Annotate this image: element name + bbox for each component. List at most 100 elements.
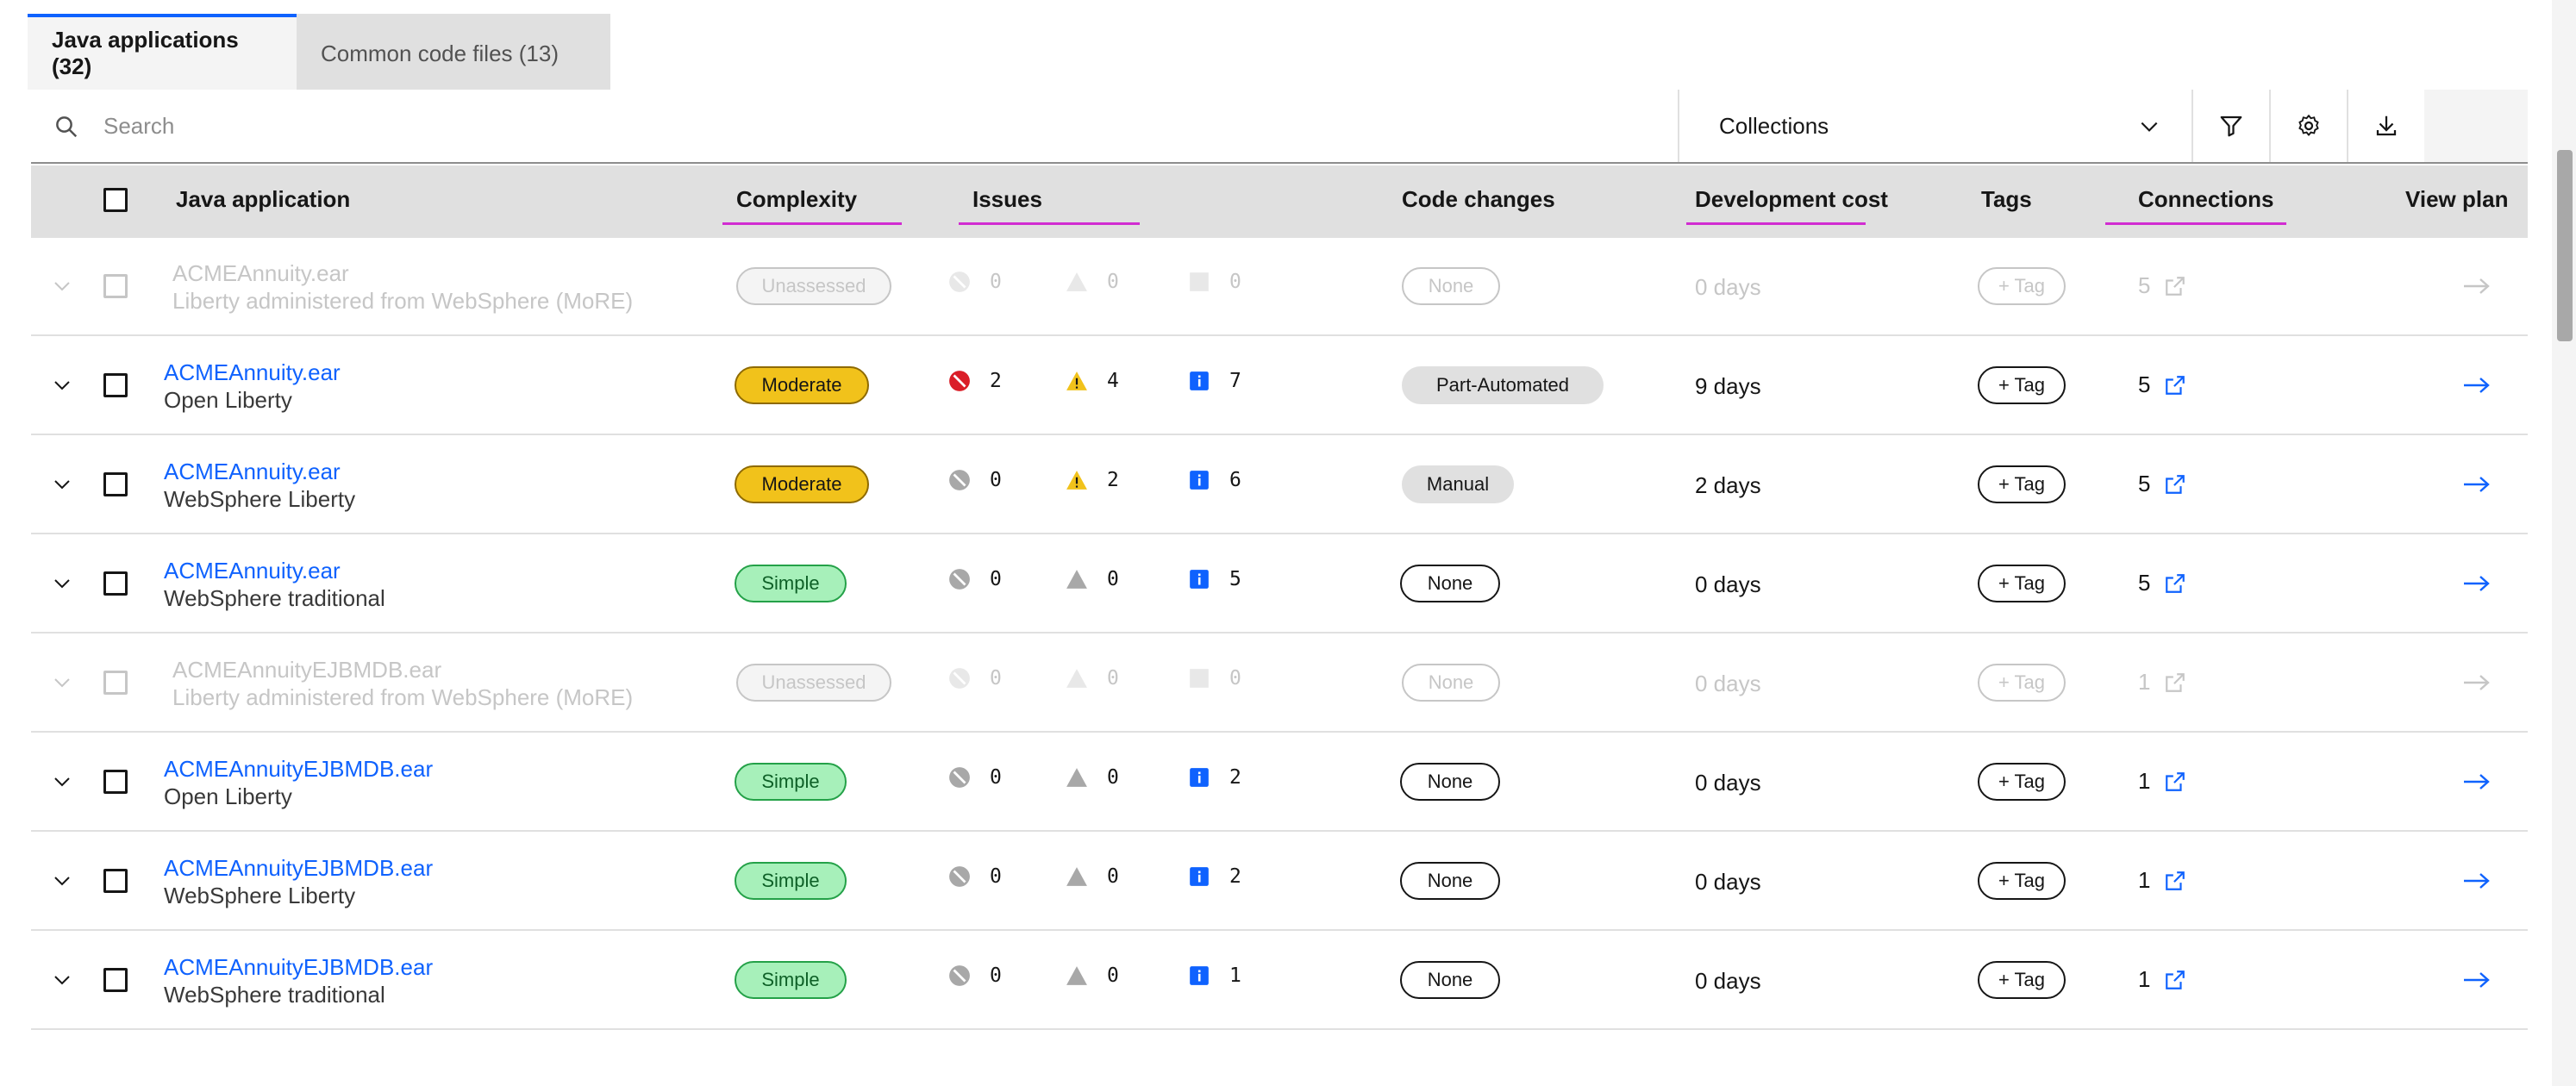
view-plan-arrow-icon[interactable] (2462, 970, 2492, 990)
add-tag-button[interactable]: + Tag (1978, 961, 2066, 999)
column-development-cost[interactable]: Development cost (1695, 186, 1888, 213)
connections-cell[interactable]: 1 (2138, 867, 2186, 894)
table-header: Java application Complexity Issues Code … (31, 165, 2528, 238)
column-code-changes[interactable]: Code changes (1402, 186, 1555, 213)
row-checkbox[interactable] (103, 373, 128, 397)
info-issues: 6 (1188, 469, 1241, 491)
info-count: 6 (1229, 469, 1241, 491)
app-name-link[interactable]: ACMEAnnuityEJBMDB.ear (164, 954, 433, 981)
info-count: 1 (1229, 964, 1241, 987)
row-checkbox[interactable] (103, 968, 128, 992)
tab-common-code-files[interactable]: Common code files (13) (297, 14, 610, 90)
view-plan-arrow-icon[interactable] (2462, 573, 2492, 594)
row-checkbox[interactable] (103, 869, 128, 893)
row-checkbox[interactable] (103, 274, 128, 298)
collections-label: Collections (1719, 112, 1829, 139)
expand-row-chevron-icon[interactable] (52, 871, 72, 891)
add-tag-button[interactable]: + Tag (1978, 465, 2066, 503)
connections-count: 5 (2138, 272, 2151, 298)
tab-java-applications[interactable]: Java applications (32) (28, 14, 297, 90)
info-count: 0 (1229, 271, 1241, 293)
external-link-icon[interactable] (2164, 374, 2186, 396)
add-tag-button[interactable]: + Tag (1978, 366, 2066, 404)
table-row[interactable]: ACMEAnnuity.ear WebSphere Liberty Moderate… (31, 436, 2528, 534)
row-checkbox[interactable] (103, 671, 128, 695)
search-input[interactable]: Search (31, 90, 1678, 162)
critical-icon (949, 965, 970, 986)
critical-count: 0 (990, 271, 1002, 293)
connections-cell[interactable]: 5 (2138, 570, 2186, 596)
table-row[interactable]: ACMEAnnuity.ear Open Liberty Moderate 2 4 7 Pa… (31, 337, 2528, 435)
external-link-icon[interactable] (2164, 870, 2186, 892)
external-link-icon[interactable] (2164, 969, 2186, 991)
column-issues[interactable]: Issues (972, 186, 1042, 213)
app-name-link[interactable]: ACMEAnnuity.ear (164, 558, 341, 584)
expand-row-chevron-icon[interactable] (52, 970, 72, 990)
download-icon (2376, 115, 2397, 136)
add-tag-button[interactable]: + Tag (1978, 763, 2066, 801)
app-name-link[interactable]: ACMEAnnuity.ear (164, 359, 341, 386)
view-plan-arrow-icon[interactable] (2462, 771, 2492, 792)
external-link-icon[interactable] (2164, 771, 2186, 793)
critical-icon (949, 668, 970, 689)
critical-icon (949, 371, 970, 391)
add-tag-button[interactable]: + Tag (1978, 862, 2066, 900)
expand-row-chevron-icon[interactable] (52, 474, 72, 495)
collections-dropdown[interactable]: Collections (1678, 90, 2191, 162)
connections-count: 5 (2138, 371, 2151, 397)
connections-cell[interactable]: 5 (2138, 371, 2186, 398)
warning-count: 0 (1107, 865, 1119, 888)
connections-count: 1 (2138, 768, 2151, 794)
filter-button[interactable] (2191, 90, 2269, 162)
critical-count: 0 (990, 667, 1002, 690)
add-tag-button[interactable]: + Tag (1978, 565, 2066, 602)
column-java-application[interactable]: Java application (176, 186, 350, 213)
expand-row-chevron-icon[interactable] (52, 573, 72, 594)
critical-issues: 0 (948, 667, 1002, 690)
connections-cell[interactable]: 1 (2138, 768, 2186, 795)
critical-icon (949, 866, 970, 887)
warning-icon (1066, 768, 1087, 787)
info-icon (1190, 371, 1209, 390)
table-row[interactable]: ACMEAnnuity.ear WebSphere traditional Simp… (31, 535, 2528, 634)
warning-icon (1066, 272, 1087, 291)
column-tags[interactable]: Tags (1981, 186, 2032, 213)
column-connections[interactable]: Connections (2138, 186, 2273, 213)
expand-row-chevron-icon[interactable] (52, 375, 72, 396)
view-plan-arrow-icon[interactable] (2462, 474, 2492, 495)
connections-count: 5 (2138, 570, 2151, 596)
row-checkbox[interactable] (103, 770, 128, 794)
connections-cell: 5 (2138, 272, 2186, 299)
table-row[interactable]: ACMEAnnuity.ear Liberty administered from… (31, 238, 2528, 336)
expand-row-chevron-icon[interactable] (52, 771, 72, 792)
connections-cell[interactable]: 5 (2138, 471, 2186, 497)
scrollbar-thumb[interactable] (2557, 150, 2573, 341)
table-row[interactable]: ACMEAnnuityEJBMDB.ear Liberty administere… (31, 634, 2528, 733)
view-plan-arrow-icon[interactable] (2462, 871, 2492, 891)
external-link-icon[interactable] (2164, 572, 2186, 595)
external-link-icon (2166, 276, 2185, 296)
critical-issues: 0 (948, 766, 1002, 789)
external-link-icon[interactable] (2164, 473, 2186, 496)
warning-issues: 4 (1066, 370, 1119, 392)
critical-icon (949, 767, 970, 788)
column-complexity[interactable]: Complexity (736, 186, 857, 213)
expand-row-chevron-icon[interactable] (52, 276, 72, 296)
expand-row-chevron-icon[interactable] (52, 672, 72, 693)
table-row[interactable]: ACMEAnnuityEJBMDB.ear WebSphere tradition… (31, 932, 2528, 1030)
settings-button[interactable] (2269, 90, 2347, 162)
download-button[interactable] (2347, 90, 2424, 162)
app-name-link[interactable]: ACMEAnnuity.ear (164, 459, 341, 485)
table-row[interactable]: ACMEAnnuityEJBMDB.ear WebSphere Liberty Si… (31, 833, 2528, 931)
warning-issues: 2 (1066, 469, 1119, 491)
code-changes-badge: None (1402, 664, 1500, 702)
view-plan-arrow-icon[interactable] (2462, 375, 2492, 396)
critical-count: 2 (990, 370, 1002, 392)
row-checkbox[interactable] (103, 472, 128, 496)
app-name-link[interactable]: ACMEAnnuityEJBMDB.ear (164, 756, 433, 783)
table-row[interactable]: ACMEAnnuityEJBMDB.ear Open Liberty Simple 0… (31, 733, 2528, 832)
connections-cell[interactable]: 1 (2138, 966, 2186, 993)
select-all-checkbox[interactable] (103, 188, 128, 212)
app-name-link[interactable]: ACMEAnnuityEJBMDB.ear (164, 855, 433, 882)
row-checkbox[interactable] (103, 571, 128, 596)
